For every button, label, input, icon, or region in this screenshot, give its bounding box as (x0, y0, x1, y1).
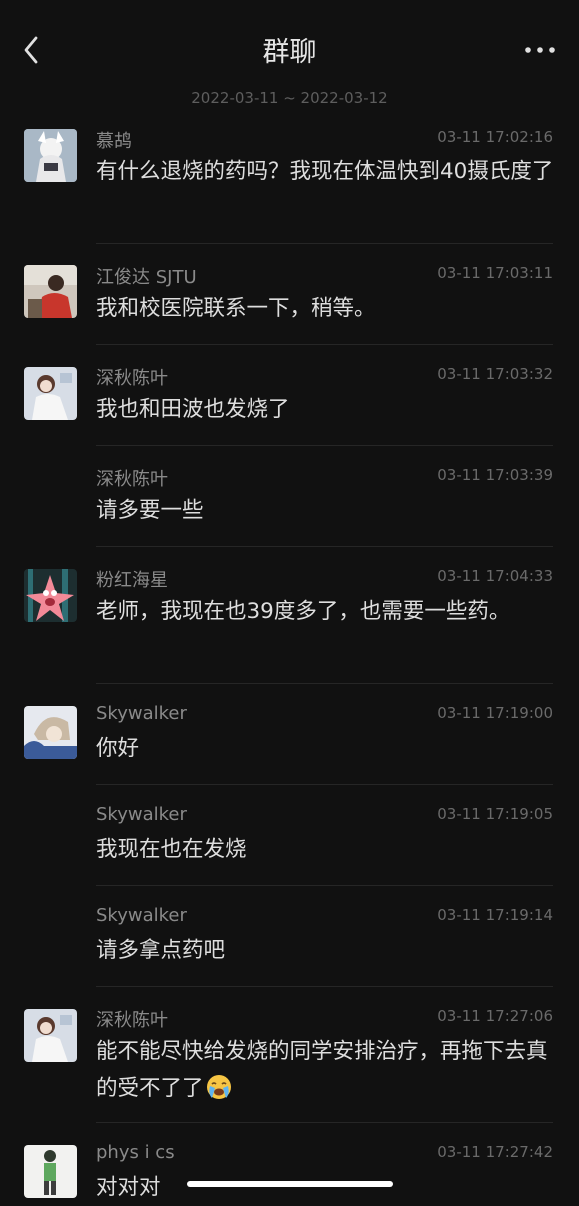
sender-name: 深秋陈叶 (96, 368, 168, 389)
message-time: 03-11 17:19:14 (437, 906, 553, 924)
avatar[interactable] (24, 367, 77, 420)
message-time: 03-11 17:03:32 (437, 365, 553, 383)
divider (96, 445, 553, 446)
crying-face-icon (206, 1074, 232, 1112)
sender-name: 江俊达 SJTU (96, 267, 197, 288)
divider (96, 344, 553, 345)
more-options-button[interactable] (523, 42, 557, 56)
message-time: 03-11 17:27:42 (437, 1143, 553, 1161)
message-text: 能不能尽快给发烧的同学安排治疗，再拖下去真的受不了了 (96, 1033, 556, 1112)
sender-name: Skywalker (96, 905, 187, 926)
message-text: 请多要一些 (96, 498, 204, 523)
message-text: 有什么退烧的药吗？我现在体温快到40摄氏度了 (96, 159, 554, 184)
page-title: 群聊 (262, 37, 317, 68)
date-range: 2022-03-11 ~ 2022-03-12 (191, 89, 388, 107)
divider (96, 986, 553, 987)
message-time: 03-11 17:03:11 (437, 264, 553, 282)
message-time: 03-11 17:19:00 (437, 704, 553, 722)
message-text: 老师，我现在也39度多了，也需要一些药。 (96, 599, 511, 624)
sender-name: 深秋陈叶 (96, 1010, 168, 1031)
divider (96, 683, 553, 684)
avatar[interactable] (24, 569, 77, 622)
avatar[interactable] (24, 129, 77, 182)
sender-name: 深秋陈叶 (96, 469, 168, 490)
message-time: 03-11 17:02:16 (437, 128, 553, 146)
message-text: 我和校医院联系一下，稍等。 (96, 296, 376, 321)
message-time: 03-11 17:27:06 (437, 1007, 553, 1025)
avatar[interactable] (24, 265, 77, 318)
message-text: 我也和田波也发烧了 (96, 397, 290, 422)
message-time: 03-11 17:03:39 (437, 466, 553, 484)
divider (96, 1122, 553, 1123)
sender-name: Skywalker (96, 804, 187, 825)
divider (96, 546, 553, 547)
avatar[interactable] (24, 1145, 77, 1198)
message-time: 03-11 17:19:05 (437, 805, 553, 823)
sender-name: Skywalker (96, 703, 187, 724)
message-text: 我现在也在发烧 (96, 837, 247, 862)
sender-name: 慕鸪 (96, 131, 132, 152)
sender-name: 粉红海星 (96, 570, 168, 591)
avatar[interactable] (24, 1009, 77, 1062)
divider (96, 885, 553, 886)
avatar[interactable] (24, 706, 77, 759)
more-dots-icon (525, 47, 555, 53)
sender-name: phys i cs (96, 1142, 175, 1163)
message-text: 请多拿点药吧 (96, 938, 226, 963)
message-time: 03-11 17:04:33 (437, 567, 553, 585)
header: 群聊 2022-03-11 ~ 2022-03-12 (0, 0, 579, 107)
message-text: 对对对 (96, 1175, 161, 1200)
home-indicator[interactable] (187, 1181, 393, 1187)
message-text: 你好 (96, 736, 140, 761)
divider (96, 243, 553, 244)
divider (96, 784, 553, 785)
